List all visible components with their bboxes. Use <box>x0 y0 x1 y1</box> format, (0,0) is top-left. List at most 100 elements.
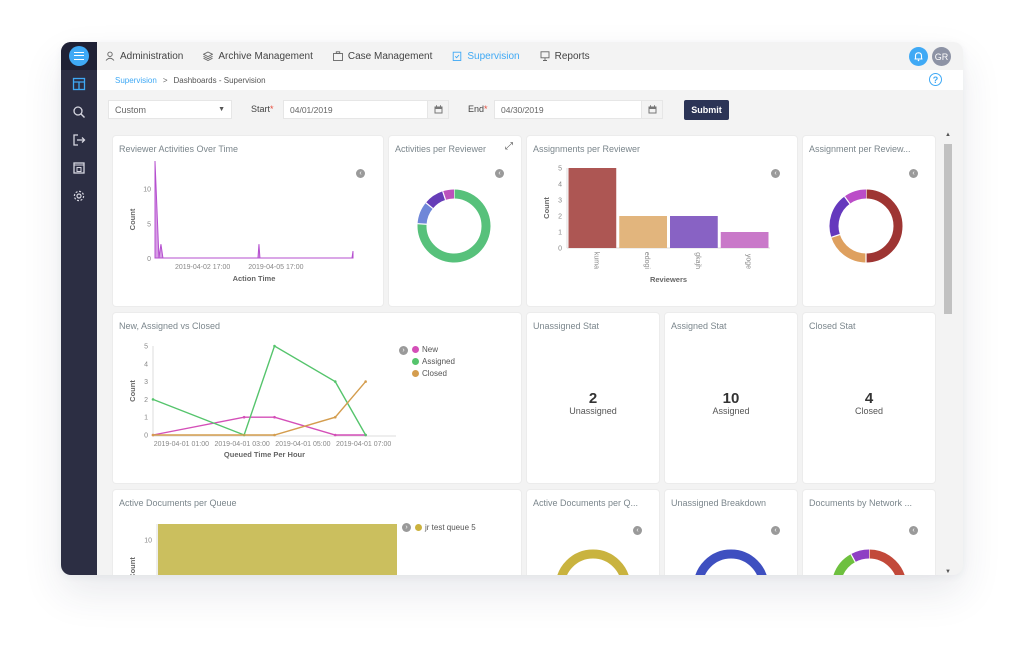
card-activities-per-reviewer: Activities per Reviewer ⤢ ‹ <box>389 136 521 306</box>
menu-button[interactable] <box>69 46 89 66</box>
x-tick-label: yoge <box>745 254 752 269</box>
card-assigned-stat: Assigned Stat 10 Assigned <box>665 313 797 483</box>
help-icon[interactable]: ? <box>929 73 942 86</box>
legend-label: New <box>422 344 439 354</box>
x-tick-label: gkajh <box>694 252 701 269</box>
x-tick-label: 2019-04-01 05:00 <box>275 441 330 448</box>
card-documents-by-network: Documents by Network ... ‹ <box>803 490 935 575</box>
bar <box>619 216 667 248</box>
end-date-input[interactable]: 04/30/2019 <box>494 100 644 119</box>
legend-item-queue[interactable]: jr test queue 5 <box>415 521 476 533</box>
x-tick-label: 2019-04-01 07:00 <box>336 441 391 448</box>
required-mark: * <box>484 104 488 114</box>
legend-item-closed[interactable]: Closed <box>412 367 455 379</box>
documents-by-network-chart <box>833 549 905 575</box>
stat-label: Assigned <box>712 406 750 416</box>
required-mark: * <box>270 104 274 114</box>
archive-box-icon <box>73 162 85 174</box>
notifications-button[interactable] <box>909 47 928 66</box>
y-tick-label: 0 <box>147 256 151 263</box>
legend: jr test queue 5 <box>415 521 476 533</box>
y-tick-label: 10 <box>143 187 151 194</box>
layers-icon <box>203 51 214 61</box>
user-avatar[interactable]: GR <box>932 47 951 66</box>
pie-slice-4 <box>850 549 870 563</box>
calendar-icon <box>648 105 656 114</box>
stat-block: 4 Closed <box>803 391 935 416</box>
search-icon <box>73 106 85 118</box>
nav-label: Case Management <box>347 50 433 62</box>
active-documents-per-queue-chart: 510Count <box>128 524 397 575</box>
sidebar-item-settings[interactable] <box>61 182 97 210</box>
filter-bar: Custom ▼ Start* 04/01/2019 End* 04/30/20… <box>97 90 963 128</box>
end-date-calendar-button[interactable] <box>641 100 663 119</box>
pie-slice-0 <box>557 549 629 575</box>
scroll-down-arrow-icon[interactable]: ▼ <box>944 569 952 575</box>
legend-dot <box>412 369 419 377</box>
scrollbar[interactable]: ▲ ▼ <box>943 132 953 575</box>
submit-button[interactable]: Submit <box>684 100 729 120</box>
nav-administration[interactable]: Administration <box>105 51 183 62</box>
start-label: Start* <box>251 104 274 114</box>
stat-label: Unassigned <box>569 406 617 416</box>
data-point <box>151 398 155 401</box>
x-tick-label: kuma <box>592 252 599 269</box>
pie-slice-2 <box>829 196 851 238</box>
briefcase-icon <box>332 51 343 61</box>
presentation-icon <box>540 51 550 61</box>
legend-item-new[interactable]: New <box>412 343 455 355</box>
y-axis-title: Count <box>128 557 137 575</box>
user-icon <box>105 51 115 61</box>
stat-block: 2 Unassigned <box>527 391 659 416</box>
stat-block: 10 Assigned <box>665 391 797 416</box>
sidebar-item-search[interactable] <box>61 98 97 126</box>
data-point <box>333 433 337 437</box>
sidebar-item-export[interactable] <box>61 126 97 154</box>
assignment-per-reviewer-pie-chart <box>829 189 903 263</box>
y-tick-label: 4 <box>144 361 148 368</box>
pie-slice-3 <box>844 189 867 204</box>
nav-archive-management[interactable]: Archive Management <box>203 51 313 62</box>
dashboard-grid: Reviewer Activities Over Time ‹ 0 5 10 2019… <box>97 128 950 575</box>
active-documents-pie-chart <box>557 549 629 575</box>
data-point <box>364 433 367 437</box>
nav-supervision[interactable]: Supervision <box>452 50 520 62</box>
card-unassigned-breakdown: Unassigned Breakdown ‹ <box>665 490 797 575</box>
end-label-text: End <box>468 104 485 114</box>
nav-case-management[interactable]: Case Management <box>332 50 433 62</box>
card-title: Closed Stat <box>809 321 856 331</box>
pie-slice-2 <box>425 191 446 209</box>
pie-slice-3 <box>833 554 856 575</box>
card-closed-stat: Closed Stat 4 Closed <box>803 313 935 483</box>
nav-reports[interactable]: Reports <box>540 51 590 62</box>
stat-value: 4 <box>864 390 874 407</box>
date-range-select[interactable]: Custom ▼ <box>108 100 232 119</box>
legend: New Assigned Closed <box>412 343 455 379</box>
data-point <box>242 415 246 419</box>
y-tick-label: 1 <box>558 230 562 237</box>
y-tick-label: 0 <box>144 433 148 440</box>
x-axis-title: Queued Time Per Hour <box>224 450 305 459</box>
sidebar-top <box>61 42 97 70</box>
x-tick-label: 2019-04-02 17:00 <box>175 264 230 271</box>
sidebar-item-archive[interactable] <box>61 154 97 182</box>
sidebar <box>61 42 97 575</box>
y-tick-label: 5 <box>558 166 562 173</box>
breadcrumb-separator: > <box>162 75 168 85</box>
new-assigned-closed-chart: 0 1 2 3 4 5 2019-04-01 01:00 2019-04-01 03:00 20… <box>128 344 396 459</box>
data-point <box>273 344 276 348</box>
nav-label: Supervision <box>467 50 520 62</box>
scroll-up-arrow-icon[interactable]: ▲ <box>944 132 952 138</box>
top-right-actions: GR <box>909 47 951 66</box>
sidebar-item-dashboard[interactable] <box>61 70 97 98</box>
x-tick-label: 2019-04-01 03:00 <box>214 441 269 448</box>
reviewer-activities-chart: 0 5 10 2019-04-02 17:00 2019-04-05 17:00 Acti… <box>128 160 354 283</box>
scrollbar-thumb[interactable] <box>944 144 952 314</box>
legend-item-assigned[interactable]: Assigned <box>412 355 455 367</box>
legend-label: jr test queue 5 <box>425 522 476 532</box>
start-date-input[interactable]: 04/01/2019 <box>283 100 431 119</box>
breadcrumb-link-supervision[interactable]: Supervision <box>115 76 157 85</box>
card-title: Assigned Stat <box>671 321 727 331</box>
start-date-calendar-button[interactable] <box>427 100 449 119</box>
stat-value: 2 <box>588 390 598 407</box>
